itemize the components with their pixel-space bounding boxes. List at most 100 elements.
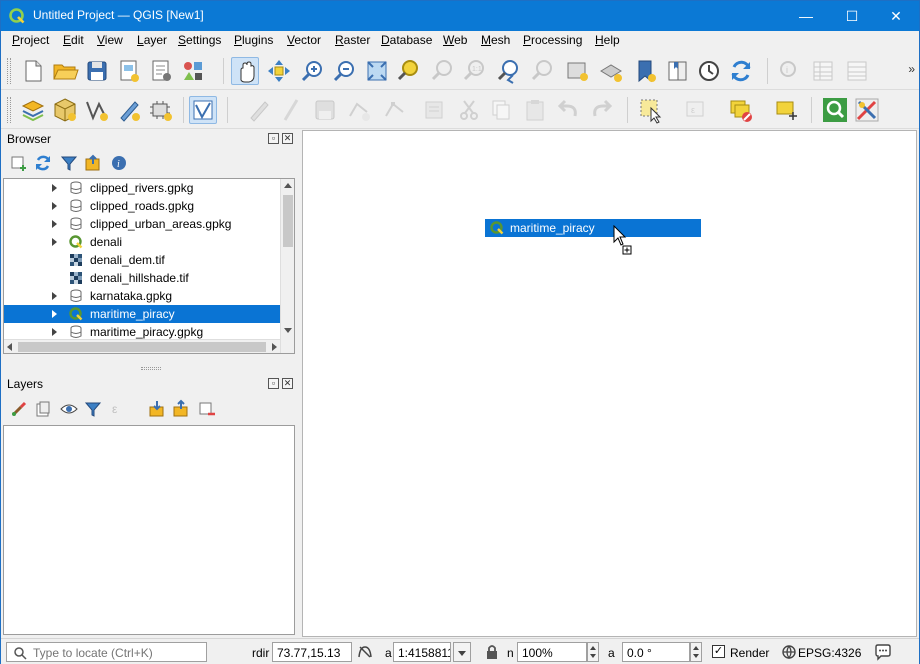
- new-shapefile-layer-icon[interactable]: [83, 96, 111, 124]
- toggle-extents-icon[interactable]: [356, 643, 374, 661]
- modify-attributes-icon[interactable]: [421, 96, 449, 124]
- new-print-layout-icon[interactable]: [115, 57, 143, 85]
- toolbar-grip[interactable]: [7, 97, 11, 123]
- pan-to-selection-icon[interactable]: [265, 57, 293, 85]
- zoom-last-icon[interactable]: [495, 57, 523, 85]
- zoom-next-icon[interactable]: [529, 57, 557, 85]
- properties-icon[interactable]: i: [109, 153, 129, 173]
- scroll-left-arrow-icon[interactable]: [7, 343, 12, 351]
- zoom-full-icon[interactable]: [363, 57, 391, 85]
- dragged-browser-item[interactable]: maritime_piracy: [485, 219, 701, 237]
- menu-view[interactable]: View: [97, 33, 123, 47]
- select-features-icon[interactable]: [637, 96, 665, 124]
- identify-features-icon[interactable]: i: [775, 57, 803, 85]
- redo-icon[interactable]: [587, 96, 615, 124]
- expand-arrow-icon[interactable]: [52, 292, 57, 300]
- browser-item[interactable]: denali: [4, 233, 280, 251]
- collapse-all-icon[interactable]: [171, 399, 191, 419]
- lock-scale-icon[interactable]: [483, 643, 501, 661]
- current-edits-icon[interactable]: [245, 96, 273, 124]
- scroll-right-arrow-icon[interactable]: [272, 343, 277, 351]
- scroll-up-arrow-icon[interactable]: [284, 183, 292, 188]
- float-panel-icon[interactable]: ▫: [268, 378, 279, 389]
- new-map-view-icon[interactable]: [563, 57, 591, 85]
- expand-arrow-icon[interactable]: [52, 184, 57, 192]
- crs-label[interactable]: EPSG:4326: [798, 646, 861, 660]
- style-manager-icon[interactable]: [179, 57, 207, 85]
- panel-splitter[interactable]: [141, 367, 161, 370]
- menu-edit[interactable]: Edit: [63, 33, 84, 47]
- browser-tree[interactable]: clipped_rivers.gpkg clipped_roads.gpkg cli…: [3, 178, 295, 354]
- toolbar-overflow-button[interactable]: »: [908, 62, 915, 76]
- select-by-expression-icon[interactable]: ε: [683, 96, 711, 124]
- minimize-button[interactable]: —: [783, 1, 829, 31]
- new-virtual-layer-icon[interactable]: [147, 96, 175, 124]
- deselect-all-icon[interactable]: [727, 96, 755, 124]
- menu-settings[interactable]: Settings: [178, 33, 221, 47]
- maximize-button[interactable]: ☐: [829, 1, 875, 31]
- expand-arrow-icon[interactable]: [52, 238, 57, 246]
- copy-features-icon[interactable]: [487, 96, 515, 124]
- coordinate-field[interactable]: 73.77,15.13: [272, 642, 352, 662]
- browser-item[interactable]: denali_dem.tif: [4, 251, 280, 269]
- menu-mesh[interactable]: Mesh: [481, 33, 510, 47]
- manage-visibility-icon[interactable]: [59, 399, 79, 419]
- layout-manager-icon[interactable]: [147, 57, 175, 85]
- crs-globe-icon[interactable]: [780, 643, 798, 661]
- save-layer-edits-icon[interactable]: [311, 96, 339, 124]
- new-geopackage-layer-icon[interactable]: [51, 96, 79, 124]
- close-button[interactable]: ✕: [873, 1, 919, 31]
- browser-item[interactable]: clipped_rivers.gpkg: [4, 179, 280, 197]
- zoom-in-icon[interactable]: [299, 57, 327, 85]
- toolbar-grip[interactable]: [7, 58, 11, 84]
- refresh-icon[interactable]: [727, 57, 755, 85]
- collapse-all-icon[interactable]: [83, 153, 103, 173]
- cut-features-icon[interactable]: [455, 96, 483, 124]
- filter-by-expression-icon[interactable]: ε: [109, 399, 129, 419]
- locator-input[interactable]: [33, 645, 203, 660]
- menu-project[interactable]: Project: [12, 33, 49, 47]
- temporal-controller-icon[interactable]: [695, 57, 723, 85]
- data-source-manager-icon[interactable]: [19, 96, 47, 124]
- vertex-tool-icon[interactable]: [381, 96, 409, 124]
- layers-list[interactable]: [3, 425, 295, 635]
- scrollbar-thumb[interactable]: [283, 195, 293, 247]
- pan-map-icon[interactable]: [231, 57, 259, 85]
- locator-search[interactable]: [6, 642, 207, 662]
- new-project-icon[interactable]: [19, 57, 47, 85]
- open-attribute-table-icon[interactable]: [809, 57, 837, 85]
- new-3d-map-view-icon[interactable]: [597, 57, 625, 85]
- menu-raster[interactable]: Raster: [335, 33, 370, 47]
- rotation-spinner[interactable]: [690, 642, 702, 662]
- digitize-toggle-icon[interactable]: [189, 96, 217, 124]
- gis-tools-icon[interactable]: [853, 96, 881, 124]
- menu-vector[interactable]: Vector: [287, 33, 321, 47]
- undo-icon[interactable]: [555, 96, 583, 124]
- expand-arrow-icon[interactable]: [52, 310, 57, 318]
- messages-icon[interactable]: [874, 643, 892, 661]
- zoom-to-selection-icon[interactable]: [395, 57, 423, 85]
- field-statistics-icon[interactable]: [843, 57, 871, 85]
- zoom-to-layer-icon[interactable]: [429, 57, 457, 85]
- close-panel-icon[interactable]: ✕: [282, 378, 293, 389]
- expand-arrow-icon[interactable]: [52, 328, 57, 336]
- add-feature-icon[interactable]: [345, 96, 373, 124]
- vertical-scrollbar[interactable]: [280, 179, 294, 353]
- add-layer-icon[interactable]: [9, 153, 29, 173]
- select-location-icon[interactable]: [773, 96, 801, 124]
- expand-all-icon[interactable]: [147, 399, 167, 419]
- menu-web[interactable]: Web: [443, 33, 467, 47]
- remove-layer-icon[interactable]: [197, 399, 217, 419]
- expand-arrow-icon[interactable]: [52, 220, 57, 228]
- scrollbar-thumb[interactable]: [18, 342, 266, 352]
- processing-toolbox-icon[interactable]: [821, 96, 849, 124]
- toggle-editing-icon[interactable]: [277, 96, 305, 124]
- paste-features-icon[interactable]: [521, 96, 549, 124]
- magnifier-spinner[interactable]: [587, 642, 599, 662]
- style-brush-icon[interactable]: [9, 399, 29, 419]
- scale-field[interactable]: 1:4158811: [393, 642, 451, 662]
- new-temporary-layer-icon[interactable]: [115, 96, 143, 124]
- close-panel-icon[interactable]: ✕: [282, 133, 293, 144]
- rotation-field[interactable]: 0.0 °: [622, 642, 690, 662]
- zoom-out-icon[interactable]: [331, 57, 359, 85]
